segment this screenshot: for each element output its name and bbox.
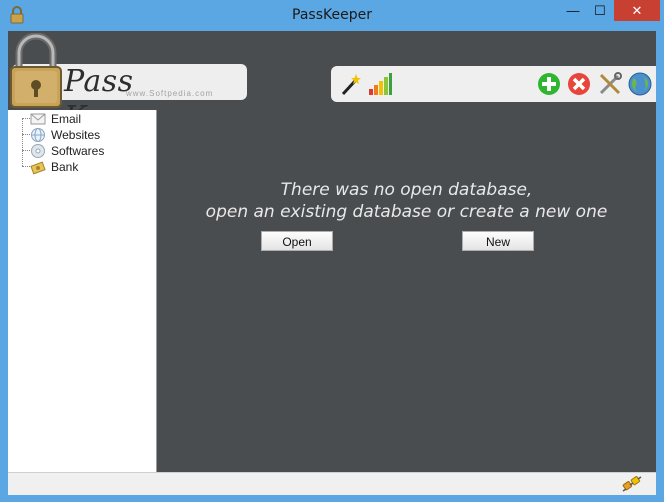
- no-database-message-line1: There was no open database,: [280, 180, 533, 200]
- category-tree: Email Websites Softwares Bank: [8, 110, 157, 472]
- maximize-button[interactable]: ☐: [587, 0, 613, 21]
- open-database-button[interactable]: Open: [261, 231, 333, 251]
- main-panel: There was no open database, open an exis…: [157, 110, 656, 472]
- settings-tools-icon[interactable]: [598, 72, 622, 96]
- softpedia-watermark: www.Softpedia.com: [126, 89, 214, 98]
- client-area: Pass Keeper www.Softpedia.com: [8, 31, 656, 495]
- title-bar[interactable]: PassKeeper — ☐ ✕: [0, 0, 664, 31]
- no-database-message-line2: open an existing database or create a ne…: [205, 202, 608, 222]
- tree-item-bank[interactable]: Bank: [30, 159, 78, 175]
- tree-item-label: Email: [51, 112, 82, 126]
- tree-connector: [22, 150, 30, 151]
- envelope-icon: [30, 113, 46, 125]
- tree-item-label: Websites: [51, 128, 101, 142]
- new-database-button[interactable]: New: [462, 231, 534, 251]
- tree-connector: [22, 134, 30, 135]
- money-icon: [30, 161, 46, 175]
- delete-icon[interactable]: [567, 72, 591, 96]
- tree-connector: [22, 118, 23, 166]
- globe-icon[interactable]: [628, 72, 652, 96]
- tree-item-email[interactable]: Email: [30, 111, 81, 127]
- toolbar: [331, 66, 656, 102]
- cd-icon: [31, 144, 45, 158]
- tree-connector: [22, 166, 30, 167]
- tree-connector: [22, 118, 30, 119]
- header-band: Pass Keeper www.Softpedia.com: [8, 31, 656, 135]
- tree-item-label: Softwares: [51, 144, 105, 158]
- plug-connection-icon[interactable]: [622, 475, 642, 493]
- status-bar: [8, 472, 656, 495]
- add-icon[interactable]: [537, 72, 561, 96]
- close-button[interactable]: ✕: [614, 0, 660, 21]
- padlock-logo-icon: [10, 33, 62, 108]
- app-window: PassKeeper — ☐ ✕ Pass Keeper www.Softped…: [0, 0, 664, 502]
- tree-item-softwares[interactable]: Softwares: [30, 143, 104, 159]
- signal-bars-icon[interactable]: [368, 72, 392, 96]
- tree-item-websites[interactable]: Websites: [30, 127, 100, 143]
- globe-small-icon: [31, 128, 45, 142]
- magic-wand-icon[interactable]: [339, 72, 363, 96]
- tree-item-label: Bank: [51, 160, 79, 174]
- minimize-button[interactable]: —: [559, 0, 587, 21]
